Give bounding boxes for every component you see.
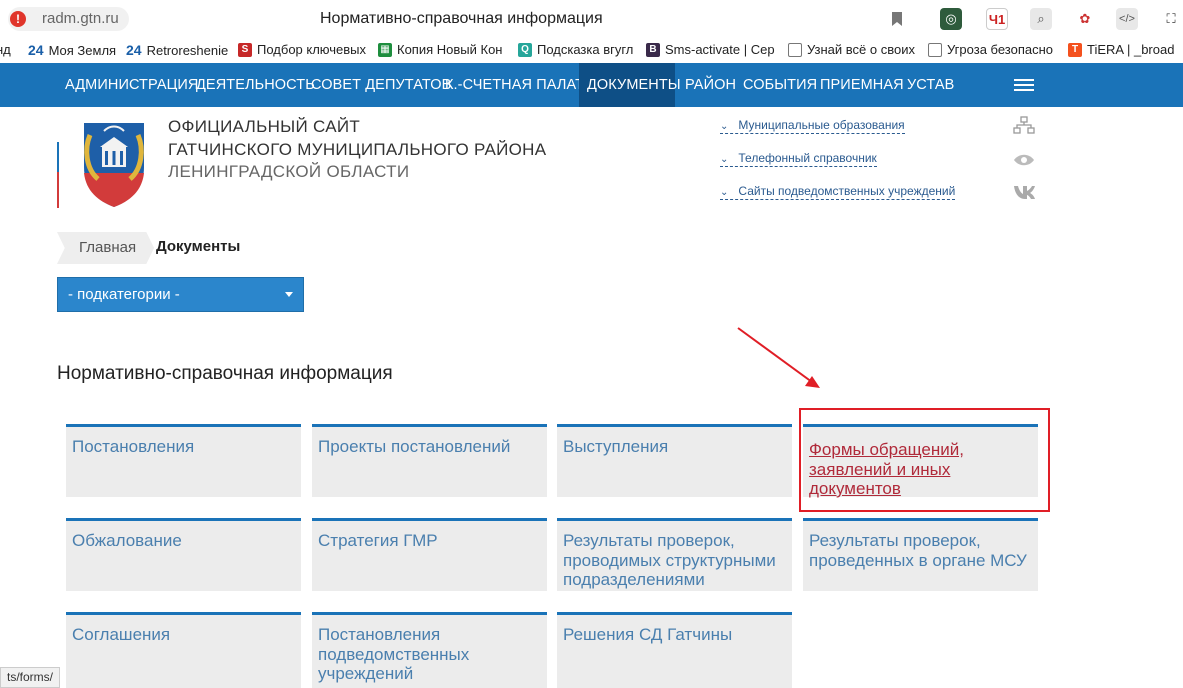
caret-down-icon <box>285 292 293 297</box>
annotation-arrow-icon <box>737 327 820 388</box>
tile-subordinate-resolutions[interactable]: Постановления подведомственных учреждени… <box>312 612 547 688</box>
chevron-down-icon: ⌄ <box>720 121 729 132</box>
bookmarks-bar: нд 24Моя Земля 24Retroreshenie SПодбор к… <box>0 38 1183 63</box>
coat-of-arms-logo[interactable] <box>76 117 152 209</box>
site-title-line: ГАТЧИНСКОГО МУНИЦИПАЛЬНОГО РАЙОНА <box>168 139 547 159</box>
site-title-line: ЛЕНИНГРАДСКОЙ ОБЛАСТИ <box>168 162 410 181</box>
breadcrumb-current: Документы <box>156 238 241 255</box>
url-text: radm.gtn.ru <box>42 10 119 27</box>
nav-item-reception[interactable]: ПРИЕМНАЯ <box>812 63 912 107</box>
tile-draft-resolutions[interactable]: Проекты постановлений <box>312 424 547 497</box>
link-status-bar: ts/forms/ <box>0 667 61 688</box>
search-icon: Q <box>518 42 532 57</box>
bookmark-icon[interactable] <box>890 11 904 27</box>
vk-icon[interactable] <box>1013 182 1035 200</box>
tile-inspection-results-msu[interactable]: Результаты проверок, проведенных в орган… <box>803 518 1038 591</box>
bookmark-item[interactable]: Q Подсказка вгугл <box>518 42 633 57</box>
bookmark-item[interactable]: Узнай всё о своих <box>788 42 915 57</box>
sitemap-icon[interactable] <box>1013 116 1035 134</box>
chevron-down-icon: ⌄ <box>720 187 729 198</box>
page-icon <box>788 42 802 57</box>
tile-appeals[interactable]: Обжалование <box>66 518 301 591</box>
bookmark-item[interactable]: Угроза безопасно <box>928 42 1053 57</box>
extension-ladybug-icon[interactable]: ✿ <box>1074 8 1096 30</box>
nav-item-council[interactable]: СОВЕТ ДЕПУТАТОВ <box>303 63 459 107</box>
extension-green-icon[interactable]: ◎ <box>940 8 962 30</box>
nav-item-documents[interactable]: ДОКУМЕНТЫ <box>579 63 681 107</box>
subcategory-select[interactable]: - подкатегории - <box>57 277 304 312</box>
eye-icon[interactable] <box>1013 151 1035 169</box>
extension-puzzle-icon[interactable]: ⛶ <box>1160 8 1182 30</box>
extension-search-icon[interactable]: ⌕ <box>1030 8 1052 30</box>
b-icon: B <box>646 42 660 57</box>
nav-item-audit-chamber[interactable]: К.-СЧЕТНАЯ ПАЛАТА <box>437 63 601 107</box>
bookmark-item[interactable]: B Sms-activate | Сер <box>646 42 775 57</box>
24-icon: 24 <box>28 42 44 58</box>
site-title[interactable]: ОФИЦИАЛЬНЫЙ САЙТ ГАТЧИНСКОГО МУНИЦИПАЛЬН… <box>168 116 546 184</box>
subordinate-sites-link[interactable]: ⌄ Сайты подведомственных учреждений <box>720 184 956 200</box>
extension-rss-icon[interactable]: Ч1 <box>986 8 1008 30</box>
sheets-icon: ▦ <box>378 42 392 57</box>
bookmark-item[interactable]: нд <box>0 42 11 57</box>
tile-agreements[interactable]: Соглашения <box>66 612 301 688</box>
main-nav: АДМИНИСТРАЦИЯ ДЕЯТЕЛЬНОСТЬ СОВЕТ ДЕПУТАТ… <box>0 63 1183 107</box>
nav-item-district[interactable]: РАЙОН <box>677 63 744 107</box>
annotation-highlight-box <box>799 408 1050 512</box>
municipal-units-link[interactable]: ⌄ Муниципальные образования <box>720 118 905 134</box>
section-title: Нормативно-справочная информация <box>57 363 393 384</box>
tiera-icon: T <box>1068 42 1082 57</box>
24-icon: 24 <box>126 42 142 58</box>
header-accent-bar-top <box>57 142 59 172</box>
browser-page-title: Нормативно-справочная информация <box>320 10 603 27</box>
site-title-line: ОФИЦИАЛЬНЫЙ САЙТ <box>168 117 361 136</box>
tile-inspection-results-divisions[interactable]: Результаты проверок, проводимых структур… <box>557 518 792 591</box>
nav-item-charter[interactable]: УСТАВ <box>899 63 962 107</box>
nav-item-administration[interactable]: АДМИНИСТРАЦИЯ <box>57 63 207 107</box>
tile-resolutions[interactable]: Постановления <box>66 424 301 497</box>
chevron-down-icon: ⌄ <box>720 154 729 165</box>
s-icon: S <box>238 42 252 57</box>
tile-speeches[interactable]: Выступления <box>557 424 792 497</box>
bookmark-item[interactable]: 24 Retroreshenie <box>126 42 228 58</box>
address-bar[interactable]: radm.gtn.ru <box>8 7 129 31</box>
bookmark-item[interactable]: ▦ Копия Новый Кон <box>378 42 502 57</box>
page-icon <box>928 42 942 57</box>
subcategory-select-value: - подкатегории - <box>68 286 180 303</box>
extension-code-icon[interactable]: </> <box>1116 8 1138 30</box>
browser-toolbar: radm.gtn.ru ! Нормативно-справочная инфо… <box>0 0 1183 38</box>
not-secure-warning-icon[interactable]: ! <box>10 11 26 27</box>
tile-strategy[interactable]: Стратегия ГМР <box>312 518 547 591</box>
breadcrumb-home[interactable]: Главная <box>57 232 155 264</box>
menu-hamburger-icon[interactable] <box>1014 79 1034 93</box>
bookmark-item[interactable]: 24 Моя Земля <box>28 42 116 58</box>
bookmark-item[interactable]: T TiERA | _broad <box>1068 42 1174 57</box>
bookmark-item[interactable]: S Подбор ключевых <box>238 42 366 57</box>
tile-council-decisions[interactable]: Решения СД Гатчины <box>557 612 792 688</box>
phone-directory-link[interactable]: ⌄ Телефонный справочник <box>720 151 877 167</box>
